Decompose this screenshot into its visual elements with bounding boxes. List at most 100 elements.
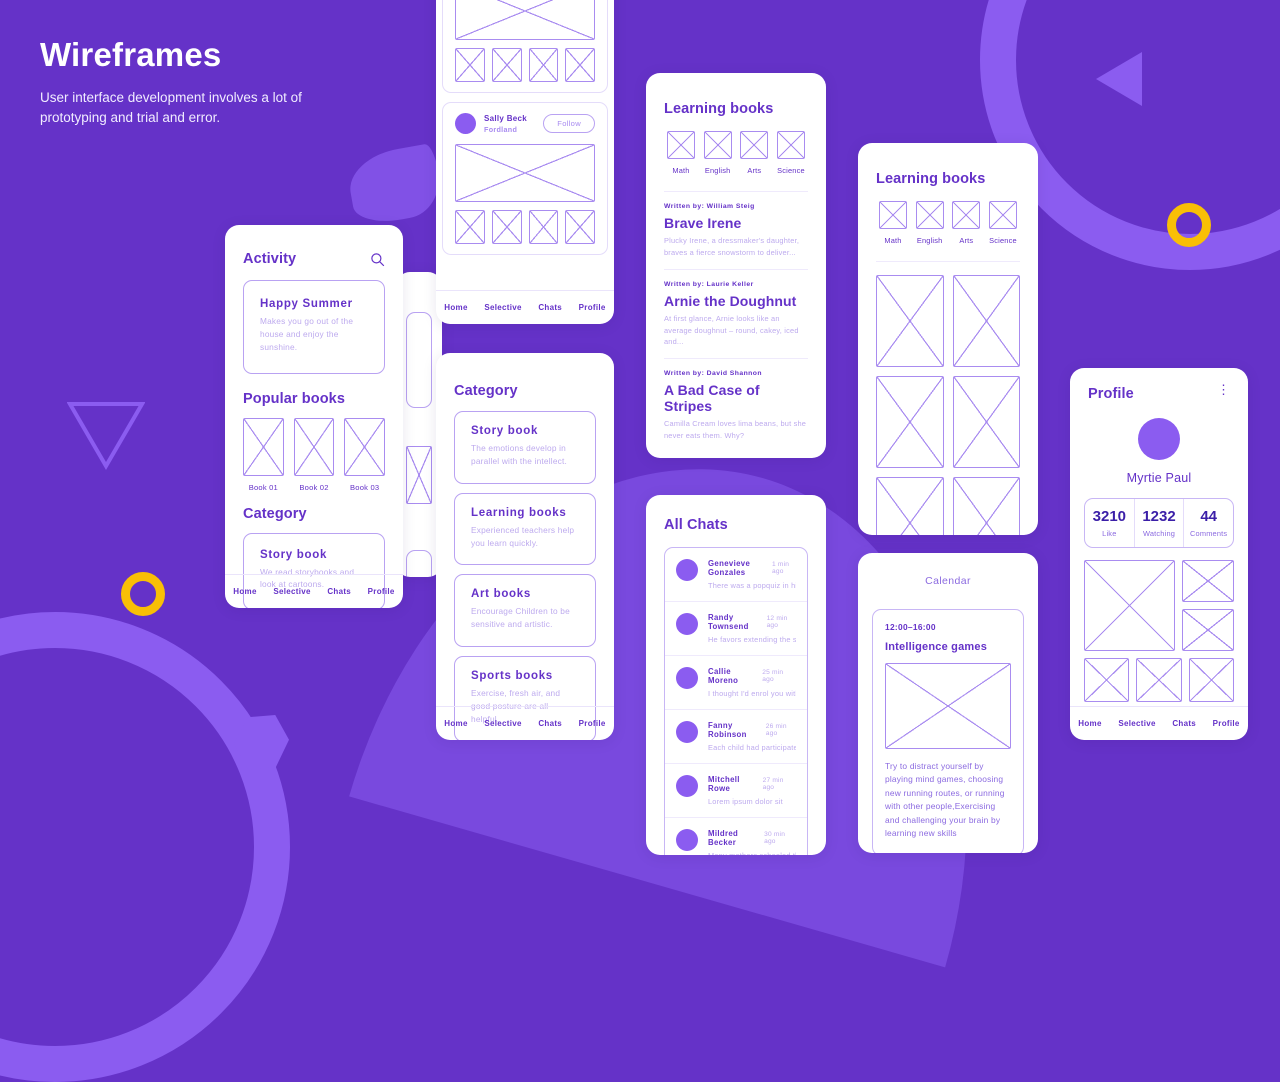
book-list-item[interactable]: Written by: Laurie Keller Arnie the Doug… — [664, 269, 808, 359]
chat-name: Callie Moreno — [708, 667, 762, 685]
category-list-item[interactable]: Learning books Experienced teachers help… — [454, 493, 596, 566]
gallery-thumb[interactable] — [876, 477, 944, 535]
tab-home[interactable]: Home — [444, 719, 467, 728]
decorative-hexagon — [234, 715, 289, 770]
gallery-thumb[interactable] — [953, 477, 1021, 535]
page-title: Wireframes — [40, 36, 350, 74]
tab-profile[interactable]: Profile — [368, 587, 395, 596]
profile-thumb[interactable] — [1084, 560, 1175, 651]
subject-item[interactable]: Arts — [949, 201, 983, 245]
chat-time: 26 min ago — [766, 723, 796, 737]
stat-like[interactable]: 3210 Like — [1085, 499, 1134, 547]
avatar — [455, 113, 476, 134]
book-title: Arnie the Doughnut — [664, 293, 808, 309]
tab-profile[interactable]: Profile — [579, 719, 606, 728]
gallery-title: Learning books — [876, 171, 1020, 187]
feed-post-image — [455, 144, 595, 202]
subject-item[interactable]: Math — [876, 201, 910, 245]
feed-thumb[interactable] — [529, 48, 559, 82]
book-card[interactable]: Book 01 — [243, 418, 284, 492]
subject-item[interactable]: English — [913, 201, 947, 245]
category-list-item[interactable]: Story book The emotions develop in paral… — [454, 411, 596, 484]
chat-list: Genevieve Gonzales 1 min ago There was a… — [664, 547, 808, 855]
book-card[interactable]: Book 02 — [294, 418, 335, 492]
category-item-desc: Encourage Children to be sensitive and a… — [471, 605, 579, 631]
category-item-title: Art books — [471, 588, 579, 600]
gallery-thumb[interactable] — [953, 376, 1021, 468]
subject-item[interactable]: Science — [774, 131, 808, 175]
profile-thumb[interactable] — [1182, 560, 1234, 602]
chat-list-item[interactable]: Mildred Becker 30 min ago Many mothers s… — [665, 817, 807, 855]
book-desc: Camilla Cream loves lima beans, but she … — [664, 418, 808, 442]
subject-label: Math — [876, 236, 910, 245]
tab-profile[interactable]: Profile — [1213, 719, 1240, 728]
tab-chats[interactable]: Chats — [538, 303, 562, 312]
profile-thumb[interactable] — [1189, 658, 1234, 702]
gallery-thumb[interactable] — [953, 275, 1021, 367]
feed-thumb[interactable] — [455, 210, 485, 244]
subject-label: Math — [664, 166, 698, 175]
chat-list-item[interactable]: Fanny Robinson 26 min ago Each child had… — [665, 709, 807, 763]
feed-post: Sally Beck Fordland Follow — [442, 102, 608, 255]
subject-icon — [989, 201, 1017, 229]
stat-label: Watching — [1135, 529, 1184, 538]
tab-home[interactable]: Home — [1078, 719, 1101, 728]
gallery-thumb[interactable] — [876, 376, 944, 468]
tab-chats[interactable]: Chats — [538, 719, 562, 728]
chat-list-item[interactable]: Mitchell Rowe 27 min ago Lorem ipsum dol… — [665, 763, 807, 817]
follow-button[interactable]: Follow — [543, 114, 595, 133]
subject-item[interactable]: Math — [664, 131, 698, 175]
book-list-item[interactable]: Written by: William Steig Brave Irene Pl… — [664, 191, 808, 269]
avatar — [1138, 418, 1180, 460]
tab-home[interactable]: Home — [233, 587, 256, 596]
category-list-item[interactable]: Art books Encourage Children to be sensi… — [454, 574, 596, 647]
calendar-event-card[interactable]: 12:00–16:00 Intelligence games Try to di… — [872, 609, 1024, 853]
chat-list-item[interactable]: Randy Townsend 12 min ago He favors exte… — [665, 601, 807, 655]
book-desc: At first glance, Arnie looks like an ave… — [664, 313, 808, 349]
gallery-thumb[interactable] — [876, 275, 944, 367]
feed-thumb[interactable] — [492, 210, 522, 244]
search-icon[interactable] — [370, 252, 385, 267]
tab-selective[interactable]: Selective — [484, 719, 521, 728]
feed-thumb[interactable] — [529, 210, 559, 244]
book-label: Book 03 — [344, 483, 385, 492]
subject-item[interactable]: English — [701, 131, 735, 175]
profile-gallery-top — [1084, 560, 1234, 651]
feed-post: Sally Beck Fordland Follow — [442, 0, 608, 93]
chat-time: 27 min ago — [763, 777, 796, 791]
category-item-title: Sports books — [471, 670, 579, 682]
chat-list-item[interactable]: Callie Moreno 25 min ago I thought I'd e… — [665, 655, 807, 709]
tab-profile[interactable]: Profile — [579, 303, 606, 312]
profile-thumb[interactable] — [1182, 609, 1234, 651]
chat-list-item[interactable]: Genevieve Gonzales 1 min ago There was a… — [665, 548, 807, 601]
subject-icon — [879, 201, 907, 229]
feed-thumb[interactable] — [565, 210, 595, 244]
more-vertical-icon[interactable]: ⋮ — [1217, 386, 1230, 394]
stat-watching[interactable]: 1232 Watching — [1134, 499, 1184, 547]
subject-item[interactable]: Arts — [737, 131, 771, 175]
profile-thumb[interactable] — [1136, 658, 1181, 702]
book-list-item[interactable]: Written by: David Shannon A Bad Case of … — [664, 358, 808, 452]
feed-thumb[interactable] — [565, 48, 595, 82]
avatar — [676, 829, 698, 851]
chat-name: Mildred Becker — [708, 829, 764, 847]
tab-chats[interactable]: Chats — [1172, 719, 1196, 728]
chat-message: There was a popquiz in history... — [708, 581, 796, 590]
profile-gallery-bottom — [1084, 658, 1234, 702]
profile-title: Profile — [1088, 386, 1134, 402]
tab-selective[interactable]: Selective — [273, 587, 310, 596]
tab-home[interactable]: Home — [444, 303, 467, 312]
book-thumb — [294, 418, 335, 476]
tab-chats[interactable]: Chats — [327, 587, 351, 596]
subject-item[interactable]: Science — [986, 201, 1020, 245]
feed-thumb[interactable] — [492, 48, 522, 82]
book-card[interactable]: Book 03 — [344, 418, 385, 492]
feed-thumb[interactable] — [455, 48, 485, 82]
profile-thumb[interactable] — [1084, 658, 1129, 702]
stat-comments[interactable]: 44 Comments — [1183, 499, 1233, 547]
featured-card[interactable]: Happy Summer Makes you go out of the hou… — [243, 280, 385, 374]
tab-selective[interactable]: Selective — [484, 303, 521, 312]
decorative-blob — [345, 143, 446, 228]
chat-message: Lorem ipsum dolor sit — [708, 797, 796, 806]
tab-selective[interactable]: Selective — [1118, 719, 1155, 728]
